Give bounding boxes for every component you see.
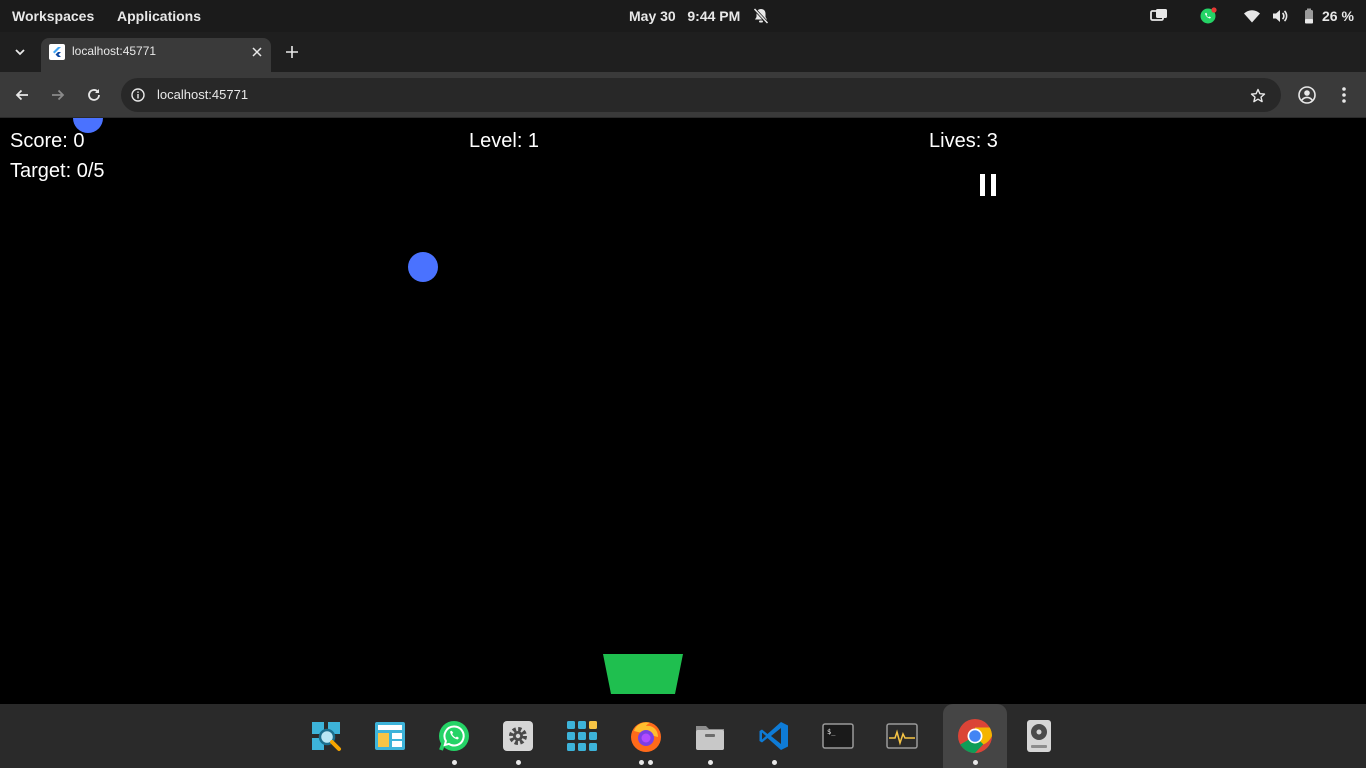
running-indicator <box>772 760 777 765</box>
pause-button[interactable] <box>980 174 996 196</box>
running-indicator <box>708 760 713 765</box>
app-grid-icon <box>567 721 597 751</box>
bell-muted-icon[interactable] <box>752 7 770 25</box>
workspaces-button[interactable]: Workspaces <box>12 8 94 24</box>
dock-vscode[interactable] <box>742 704 806 768</box>
dock-files[interactable] <box>678 704 742 768</box>
arrow-left-icon <box>15 89 28 101</box>
settings-gear-icon <box>503 721 533 751</box>
reload-button[interactable] <box>82 83 106 107</box>
chevron-down-icon <box>15 49 25 56</box>
battery-icon[interactable] <box>1303 6 1315 26</box>
dock-settings[interactable] <box>486 704 550 768</box>
flutter-favicon-icon <box>49 44 65 60</box>
volume-icon[interactable] <box>1271 6 1289 26</box>
dock-screenshot[interactable] <box>358 704 422 768</box>
screen-share-icon[interactable] <box>1150 6 1168 26</box>
dock-terminal[interactable]: $_ <box>806 704 870 768</box>
more-vertical-icon <box>1342 87 1346 103</box>
system-top-bar: Workspaces Applications May 30 9:44 PM 2… <box>0 0 1366 32</box>
back-button[interactable] <box>10 83 34 107</box>
magnifier-icon <box>312 722 341 751</box>
dock-magnifier[interactable] <box>294 704 358 768</box>
profile-button[interactable] <box>1295 83 1319 107</box>
tab-search-button[interactable] <box>8 40 32 64</box>
game-canvas[interactable]: Score: 0 Target: 0/5 Level: 1 Lives: 3 <box>0 118 1366 704</box>
dock: $_ <box>0 704 1366 768</box>
bookmark-star-icon[interactable] <box>1248 86 1268 106</box>
site-info-icon[interactable] <box>129 86 147 104</box>
plus-icon <box>286 46 298 58</box>
profile-icon <box>1298 86 1316 104</box>
tab-localhost[interactable]: localhost:45771 <box>41 38 271 72</box>
disk-icon <box>1027 720 1051 752</box>
running-indicator <box>973 760 978 765</box>
target-label: Target: 0/5 <box>10 160 105 182</box>
basket[interactable] <box>603 654 683 694</box>
dock-whatsapp[interactable] <box>422 704 486 768</box>
chrome-icon <box>958 719 992 753</box>
forward-button[interactable] <box>46 83 70 107</box>
dock-chrome[interactable] <box>943 704 1007 768</box>
dock-firefox[interactable] <box>614 704 678 768</box>
terminal-icon: $_ <box>822 723 854 749</box>
firefox-icon <box>631 722 661 752</box>
dock-app-grid[interactable] <box>550 704 614 768</box>
wifi-icon[interactable] <box>1243 6 1261 26</box>
browser-tab-strip: localhost:45771 <box>0 32 1366 72</box>
running-indicator <box>452 760 457 765</box>
dock-system-monitor[interactable] <box>870 704 934 768</box>
pause-icon <box>980 174 985 196</box>
svg-text:$_: $_ <box>827 728 836 736</box>
whatsapp-icon <box>439 721 469 751</box>
reload-icon <box>88 89 100 101</box>
running-indicator <box>648 760 653 765</box>
menu-button[interactable] <box>1332 83 1356 107</box>
browser-toolbar: localhost:45771 <box>0 72 1366 118</box>
running-indicator <box>639 760 644 765</box>
lives-label: Lives: 3 <box>929 130 998 152</box>
address-bar[interactable]: localhost:45771 <box>121 78 1281 112</box>
applications-button[interactable]: Applications <box>117 8 201 24</box>
new-tab-button[interactable] <box>281 41 303 63</box>
arrow-right-icon <box>52 89 65 101</box>
battery-percentage[interactable]: 26 % <box>1322 8 1354 24</box>
clock[interactable]: May 30 9:44 PM <box>629 8 740 24</box>
close-tab-button[interactable] <box>247 42 267 62</box>
dock-disk-utility[interactable] <box>1007 704 1071 768</box>
url-text[interactable]: localhost:45771 <box>157 87 248 102</box>
vscode-icon <box>759 722 788 750</box>
tab-title: localhost:45771 <box>72 44 157 58</box>
close-icon <box>252 47 262 57</box>
score-label: Score: 0 <box>10 130 85 152</box>
running-indicator <box>516 760 521 765</box>
system-monitor-icon <box>886 723 918 749</box>
whatsapp-tray-icon[interactable] <box>1199 6 1217 26</box>
screenshot-icon <box>375 722 405 750</box>
falling-ball <box>408 252 438 282</box>
level-label: Level: 1 <box>469 130 540 152</box>
folder-icon <box>696 726 724 750</box>
